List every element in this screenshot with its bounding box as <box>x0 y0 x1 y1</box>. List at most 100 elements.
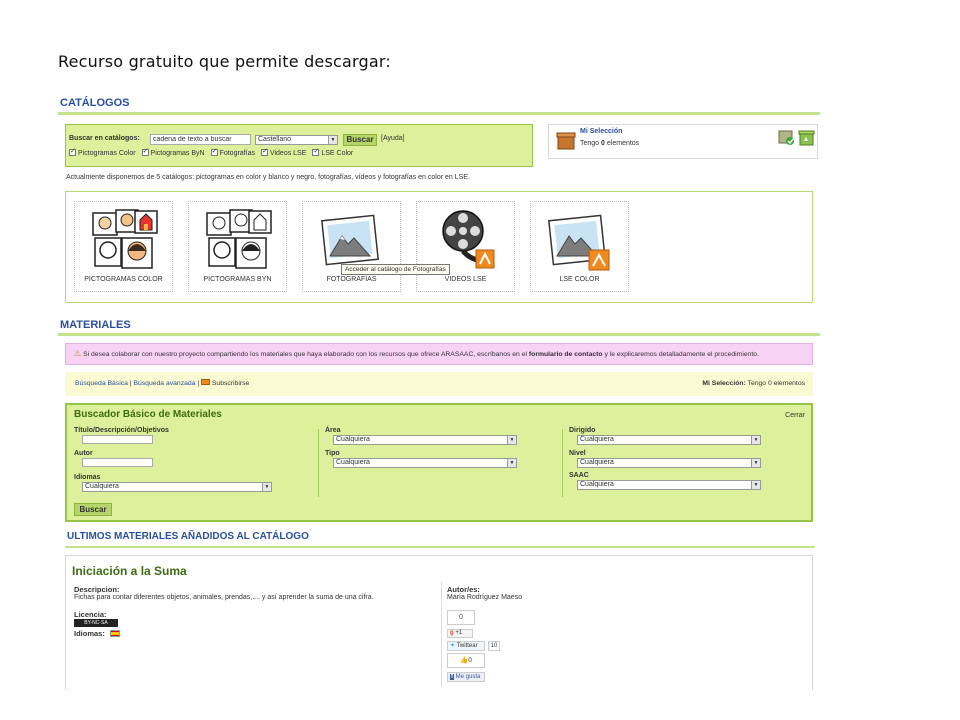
pictogram-bw-icon <box>206 209 272 269</box>
checkbox-checked-icon <box>210 147 218 156</box>
checkbox-videos-lse[interactable]: Videos LSE <box>260 147 306 157</box>
author-label: Autor/es: <box>447 585 480 594</box>
materials-search-panel: Buscador Básico de Materiales Cerrar Tít… <box>65 403 813 522</box>
field-label-titulo: Título/Descripción/Objetivos <box>74 427 169 434</box>
catalogos-divider <box>58 112 820 115</box>
catalog-card-lse-color[interactable]: LSE COLOR <box>530 201 629 292</box>
warning-icon: ⚠ <box>74 349 82 358</box>
materials-search-button[interactable]: Buscar <box>74 503 112 516</box>
tipo-select[interactable]: Cualquiera ▼ <box>333 458 517 468</box>
chevron-down-icon: ▼ <box>751 459 760 467</box>
my-selection-count: Tengo 0 elementos <box>580 140 640 147</box>
gplus-button[interactable]: g +1 <box>447 629 473 638</box>
advanced-search-link[interactable]: Búsqueda avanzada <box>133 380 195 387</box>
twitter-button[interactable]: ✦ Twittear <box>447 641 485 651</box>
latest-material-card: Iniciación a la Suma Descripcion: Fichas… <box>65 555 813 690</box>
subscribe-link[interactable]: Subscribirse <box>200 379 249 387</box>
film-reel-icon <box>442 210 495 269</box>
field-label-tipo: Tipo <box>325 450 340 457</box>
facebook-icon: f <box>450 674 454 680</box>
catalog-search-button[interactable]: Buscar <box>343 134 377 146</box>
facebook-like-button[interactable]: f Me gusta <box>447 672 485 682</box>
nav-selection-summary: Mi Selección: Tengo 0 elementos <box>702 380 805 387</box>
catalogos-heading: CATÁLOGOS <box>60 97 130 109</box>
checkbox-pictogramas-color[interactable]: Pictogramas Color <box>69 147 136 157</box>
field-label-autor: Autor <box>74 450 93 457</box>
catalog-card-fotografias[interactable]: FOTOGRAFÍAS <box>302 201 401 292</box>
rss-icon <box>200 379 210 385</box>
catalog-search-panel: Buscar en catálogos: Castellano ▼ Buscar… <box>65 124 533 167</box>
materiales-nav-bar: Búsqueda Básica | Búsqueda avanzada | Su… <box>65 372 813 396</box>
catalog-search-label: Buscar en catálogos: <box>69 135 140 142</box>
catalog-card-label: VIDEOS LSE <box>444 276 487 283</box>
photo-icon <box>321 214 379 266</box>
catalogos-info-text: Actualmente disponemos de 5 catálogos: p… <box>66 174 470 181</box>
autor-input[interactable] <box>82 458 153 467</box>
chevron-down-icon: ▼ <box>751 481 760 489</box>
slide-title: Recurso gratuito que permite descargar: <box>58 52 391 71</box>
catalog-card-videos-lse[interactable]: VIDEOS LSE <box>416 201 515 292</box>
twitter-count: 10 <box>488 641 500 651</box>
help-link[interactable]: [Ayuda] <box>381 135 405 142</box>
basic-search-link[interactable]: Búsqueda Básica <box>75 380 128 387</box>
card-column-divider <box>441 582 442 687</box>
share-counter: 0 <box>447 610 475 625</box>
checkbox-fotografias[interactable]: Fotografías <box>210 147 255 157</box>
idiomas-select[interactable]: Cualquiera ▼ <box>82 482 272 492</box>
close-link[interactable]: Cerrar <box>785 412 805 419</box>
twitter-bird-icon: ✦ <box>450 643 456 649</box>
download-selection-icon[interactable] <box>778 129 795 146</box>
dirigido-select[interactable]: Cualquiera ▼ <box>577 435 761 445</box>
saac-select[interactable]: Cualquiera ▼ <box>577 480 761 490</box>
material-title[interactable]: Iniciación a la Suma <box>72 564 187 578</box>
catalog-search-input[interactable] <box>150 134 251 145</box>
spanish-flag-icon <box>110 630 120 637</box>
chevron-down-icon: ▼ <box>328 136 337 144</box>
contact-form-link[interactable]: formulario de contacto <box>529 351 603 358</box>
field-label-idiomas: Idiomas <box>74 474 101 481</box>
materials-search-title: Buscador Básico de Materiales <box>74 409 222 420</box>
field-label-nivel: Nivel <box>569 450 586 457</box>
column-divider <box>562 429 563 497</box>
chevron-down-icon: ▼ <box>751 436 760 444</box>
chevron-down-icon: ▼ <box>507 459 516 467</box>
materiales-heading: MATERIALES <box>60 319 131 331</box>
like-counter: 👍0 <box>447 653 485 668</box>
latest-materials-heading: ULTIMOS MATERIALES AÑADIDOS AL CATÁLOGO <box>67 531 309 542</box>
field-label-dirigido: Dirigido <box>569 427 596 434</box>
license-label: Licencia: <box>74 610 107 619</box>
catalog-card-label: FOTOGRAFÍAS <box>326 276 377 283</box>
description-label: Descripcion: <box>74 585 120 594</box>
author-name[interactable]: María Rodríguez Maeso <box>447 594 522 601</box>
titulo-input[interactable] <box>82 435 153 444</box>
chevron-down-icon: ▼ <box>262 483 271 491</box>
field-label-saac: SAAC <box>569 472 589 479</box>
checkbox-pictogramas-byn[interactable]: Pictogramas ByN <box>141 147 205 157</box>
catalog-card-pictogramas-color[interactable]: PICTOGRAMAS COLOR <box>74 201 173 292</box>
checkbox-lse-color[interactable]: LSE Color <box>312 147 353 157</box>
nivel-select[interactable]: Cualquiera ▼ <box>577 458 761 468</box>
my-selection-panel: Mi Selección Tengo 0 elementos <box>548 124 818 159</box>
catalog-card-label: PICTOGRAMAS COLOR <box>84 276 163 283</box>
latest-materials-divider <box>65 546 815 548</box>
catalog-card-label: LSE COLOR <box>559 276 600 283</box>
chevron-down-icon: ▼ <box>507 436 516 444</box>
collaboration-notice: ⚠ Si desea colaborar con nuestro proyect… <box>65 343 813 365</box>
my-selection-title[interactable]: Mi Selección <box>580 128 622 135</box>
language-select[interactable]: Castellano ▼ <box>255 135 338 145</box>
catalog-checkboxes: Pictogramas Color Pictogramas ByN Fotogr… <box>69 147 353 157</box>
license-badge[interactable]: BY-NC-SA <box>74 619 118 627</box>
recycle-selection-icon[interactable] <box>798 129 815 146</box>
gplus-icon: g <box>450 630 454 636</box>
pictogram-color-icon <box>92 209 158 269</box>
column-divider <box>318 429 319 497</box>
area-select[interactable]: Cualquiera ▼ <box>333 435 517 445</box>
materiales-divider <box>58 333 820 336</box>
checkbox-checked-icon <box>260 147 268 156</box>
languages-label: Idiomas: <box>74 629 105 638</box>
checkbox-checked-icon <box>312 147 320 156</box>
catalog-card-label: PICTOGRAMAS BYN <box>203 276 272 283</box>
catalog-card-pictogramas-byn[interactable]: PICTOGRAMAS BYN <box>188 201 287 292</box>
checkbox-checked-icon <box>141 147 149 156</box>
checkbox-checked-icon <box>69 147 76 156</box>
